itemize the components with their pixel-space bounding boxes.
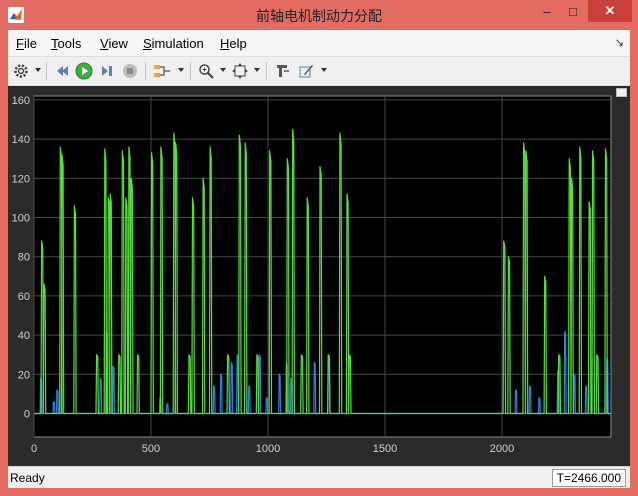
toolbar-separator	[190, 62, 191, 80]
y-tick-label: 160	[12, 95, 30, 107]
menu-help[interactable]: Help	[220, 36, 247, 51]
y-tick-label: 80	[18, 252, 30, 264]
x-tick-label: 0	[31, 443, 37, 455]
step-forward-icon[interactable]	[97, 61, 117, 81]
close-button[interactable]: ✕	[588, 0, 632, 22]
menu-view[interactable]: View	[100, 36, 128, 51]
title-bar[interactable]: 前轴电机制动力分配 – □ ✕	[0, 0, 638, 30]
settings-dropdown-icon[interactable]	[35, 68, 41, 72]
minimize-button[interactable]: –	[534, 0, 560, 22]
gear-icon[interactable]	[11, 61, 31, 81]
zoom-dropdown-icon[interactable]	[220, 68, 226, 72]
menu-simulation[interactable]: Simulation	[143, 36, 204, 51]
x-tick-label: 1500	[373, 443, 397, 455]
y-tick-label: 60	[18, 291, 30, 303]
signal-config-icon[interactable]	[152, 61, 172, 81]
toolbar	[8, 56, 630, 86]
x-tick-label: 500	[142, 443, 160, 455]
y-tick-label: 40	[18, 330, 30, 342]
menu-expand-icon[interactable]: ↘	[615, 36, 624, 49]
status-bar: Ready T=2466.000	[8, 466, 630, 488]
status-text: Ready	[10, 471, 45, 485]
scope-window: 前轴电机制动力分配 – □ ✕ File Tools View Simulati…	[0, 0, 638, 496]
step-back-icon[interactable]	[52, 61, 72, 81]
simulation-time: T=2466.000	[551, 469, 626, 487]
scope-client-area: File Tools View Simulation Help ↘ 0 20 4…	[8, 30, 630, 488]
fit-dropdown-icon[interactable]	[254, 68, 260, 72]
x-tick-label: 2000	[490, 443, 514, 455]
scope-axes[interactable]: 0 20 40 60 80 100 120 140 160 0 500 1000 1500 2000	[8, 86, 630, 466]
fit-icon[interactable]	[230, 61, 250, 81]
toolbar-separator	[266, 62, 267, 80]
menu-tools[interactable]: Tools	[51, 36, 81, 51]
y-tick-label: 100	[12, 213, 30, 225]
toolbar-separator	[46, 62, 47, 80]
plot-area[interactable]: 0 20 40 60 80 100 120 140 160 0 500 1000 1500 2000	[8, 86, 630, 466]
zoom-icon[interactable]	[196, 61, 216, 81]
y-tick-label: 120	[12, 173, 30, 185]
y-tick-label: 0	[24, 408, 30, 420]
stop-icon[interactable]	[120, 61, 140, 81]
style-dropdown-icon[interactable]	[321, 68, 327, 72]
y-tick-label: 20	[18, 369, 30, 381]
toolbar-separator	[145, 62, 146, 80]
run-icon[interactable]	[74, 61, 94, 81]
style-icon[interactable]	[296, 61, 316, 81]
cursor-icon[interactable]	[272, 61, 292, 81]
y-tick-label: 140	[12, 134, 30, 146]
x-tick-label: 1000	[256, 443, 280, 455]
menu-bar: File Tools View Simulation Help ↘	[8, 30, 630, 56]
signal-dropdown-icon[interactable]	[178, 68, 184, 72]
maximize-button[interactable]: □	[560, 0, 586, 22]
menu-file[interactable]: File	[16, 36, 37, 51]
